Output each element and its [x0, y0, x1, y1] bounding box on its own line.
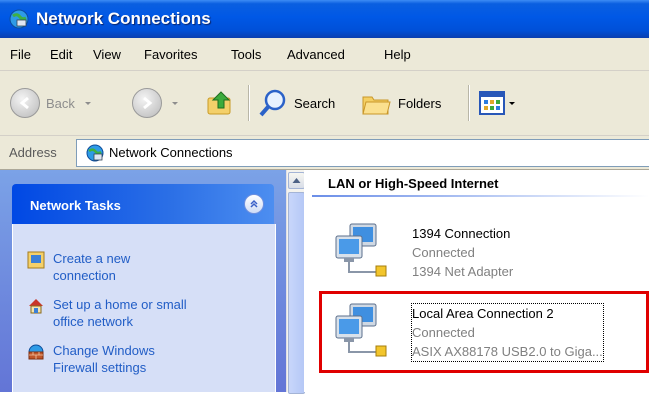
views-dropdown-icon[interactable]: [508, 98, 516, 108]
folders-icon: [362, 96, 391, 115]
address-bar: Address Network Connections: [0, 136, 649, 170]
home-network-icon: [29, 299, 43, 314]
menu-bar: File Edit View Favorites Tools Advanced …: [0, 38, 649, 71]
address-field[interactable]: Network Connections: [76, 139, 649, 167]
firewall-icon: [28, 344, 44, 360]
task-create-line2: connection: [53, 268, 116, 283]
title-bar[interactable]: Network Connections: [0, 0, 649, 38]
menu-favorites[interactable]: Favorites: [144, 47, 197, 62]
network-connection-icon: [335, 223, 387, 277]
network-tasks-title: Network Tasks: [30, 198, 121, 213]
scroll-thumb[interactable]: [288, 192, 305, 394]
vertical-scrollbar[interactable]: [286, 170, 305, 394]
connection-status: Connected: [412, 245, 475, 260]
folders-button[interactable]: Folders: [360, 83, 441, 123]
menu-help[interactable]: Help: [384, 47, 411, 62]
collapse-chevron-icon[interactable]: [244, 194, 264, 214]
back-dropdown-icon[interactable]: [83, 98, 93, 108]
forward-button[interactable]: [132, 83, 180, 123]
menu-advanced[interactable]: Advanced: [287, 47, 345, 62]
back-arrow-icon: [10, 88, 40, 118]
scroll-up-button[interactable]: [288, 172, 305, 189]
search-icon: [259, 89, 286, 117]
toolbar-separator: [248, 85, 250, 121]
folders-label: Folders: [398, 95, 442, 111]
group-divider: [312, 195, 649, 197]
group-header: LAN or High-Speed Internet: [328, 176, 499, 191]
views-icon: [479, 91, 505, 115]
address-value: Network Connections: [109, 145, 233, 160]
network-tasks-header[interactable]: Network Tasks: [12, 184, 274, 224]
network-tasks-panel: Network Tasks Create a new connection Se…: [12, 184, 276, 392]
search-label: Search: [294, 95, 336, 111]
scroll-up-arrow-icon: [292, 178, 301, 183]
menu-view[interactable]: View: [93, 47, 121, 62]
address-label: Address: [9, 145, 57, 160]
up-folder-button[interactable]: [205, 83, 235, 123]
menu-edit[interactable]: Edit: [50, 47, 72, 62]
search-button[interactable]: Search: [258, 83, 335, 123]
connection-name: 1394 Connection: [412, 226, 511, 241]
menu-file[interactable]: File: [10, 47, 31, 62]
highlight-box: [319, 291, 649, 373]
connection-adapter: 1394 Net Adapter: [412, 264, 514, 279]
menu-tools[interactable]: Tools: [231, 47, 261, 62]
new-connection-icon: [27, 251, 45, 269]
window-title: Network Connections: [36, 9, 211, 28]
task-home-network[interactable]: Set up a home or small office network: [27, 296, 187, 330]
back-button[interactable]: Back: [10, 83, 93, 123]
forward-arrow-icon: [132, 88, 162, 118]
task-create-connection[interactable]: Create a new connection: [27, 250, 130, 284]
task-firewall-line1: Change Windows: [53, 343, 155, 358]
views-button[interactable]: [478, 83, 516, 123]
task-pane: Network Tasks Create a new connection Se…: [0, 170, 286, 392]
connection-item[interactable]: 1394 Connection Connected 1394 Net Adapt…: [332, 218, 649, 284]
network-connections-icon: [9, 9, 29, 29]
up-folder-icon: [207, 91, 231, 115]
task-create-line1: Create a new: [53, 251, 131, 266]
task-home-line1: Set up a home or small: [53, 297, 187, 312]
task-firewall-line2: Firewall settings: [53, 360, 147, 375]
task-firewall-settings[interactable]: Change Windows Firewall settings: [27, 342, 155, 376]
network-connections-icon: [86, 144, 104, 162]
task-home-line2: office network: [53, 314, 133, 329]
network-tasks-body: Create a new connection Set up a home or…: [12, 224, 276, 392]
forward-dropdown-icon[interactable]: [170, 98, 180, 108]
back-label: Back: [46, 95, 75, 111]
toolbar-separator: [468, 85, 470, 121]
toolbar: Back Search Folders: [0, 71, 649, 136]
